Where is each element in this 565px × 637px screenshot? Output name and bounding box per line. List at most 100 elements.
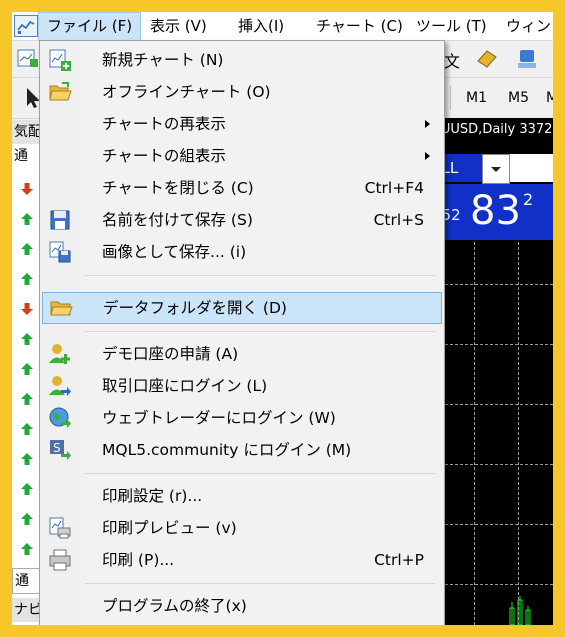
menu-item-open-data-folder[interactable]: データフォルダを開く (D) <box>42 292 442 324</box>
arrow-down-icon <box>21 183 33 195</box>
menu-window[interactable]: ウィンド <box>498 12 553 40</box>
menu-item-label: デモ口座の申請 (A) <box>102 345 239 363</box>
user-login-icon <box>49 376 71 396</box>
menu-item-exit[interactable]: プログラムの終了(x) <box>42 591 440 621</box>
timeframe-m5[interactable]: M5 <box>504 86 533 110</box>
menu-item-chart-redisplay[interactable]: チャートの再表示 <box>42 109 440 139</box>
floppy-disk-icon <box>50 210 70 230</box>
menu-tools-label: ツール (T) <box>416 17 487 35</box>
menu-view[interactable]: 表示 (V) <box>142 12 215 40</box>
menu-charts-label: チャート (C) <box>316 17 403 35</box>
market-watch-row[interactable] <box>12 204 42 234</box>
timeframe-m15[interactable]: M <box>542 86 553 110</box>
chart-title: AUUSD,Daily 3372.8 <box>432 122 553 137</box>
menu-separator <box>85 473 435 474</box>
market-watch-row[interactable] <box>12 534 42 564</box>
menu-item-chart-profiles[interactable]: チャートの組表示 <box>42 141 440 171</box>
metaeditor-icon[interactable] <box>475 47 499 71</box>
menu-insert[interactable]: 挿入(I) <box>230 12 292 40</box>
new-chart-icon <box>49 49 71 71</box>
grid-line <box>430 284 553 285</box>
arrow-up-icon <box>21 453 33 465</box>
grid-line <box>430 344 553 345</box>
submenu-arrow-icon <box>425 152 430 160</box>
candlesticks <box>509 596 531 625</box>
menu-item-label: チャートの再表示 <box>102 115 226 133</box>
autotrading-icon[interactable] <box>515 47 539 71</box>
menu-item-print-setup[interactable]: 印刷設定 (r)... <box>42 481 440 511</box>
arrow-up-icon <box>21 243 33 255</box>
menu-item-save-as-picture[interactable]: 画像として保存... (i) <box>42 237 440 267</box>
menu-item-label: 名前を付けて保存 (S) <box>102 211 253 229</box>
price-big: 83 <box>470 188 521 234</box>
grid-line <box>430 404 553 405</box>
terminal-window: ファイル (F) 表示 (V) 挿入(I) チャート (C) ツール (T) ウ… <box>12 12 553 625</box>
menu-item-label: 印刷プレビュー (v) <box>102 519 237 537</box>
menu-item-open-demo-account[interactable]: デモ口座の申請 (A) <box>42 339 440 369</box>
menu-item-offline-chart[interactable]: オフラインチャート (O) <box>42 77 440 107</box>
market-watch-row[interactable] <box>12 234 42 264</box>
market-watch-row[interactable] <box>12 354 42 384</box>
menu-separator <box>85 583 435 584</box>
submenu-arrow-icon <box>425 120 430 128</box>
arrow-up-icon <box>21 393 33 405</box>
grid-line <box>430 524 553 525</box>
arrow-up-icon <box>21 333 33 345</box>
menu-item-shortcut: Ctrl+S <box>373 211 424 229</box>
svg-text:S: S <box>53 441 61 455</box>
menu-item-label: プログラムの終了(x) <box>102 597 247 615</box>
menu-item-login-trade-account[interactable]: 取引口座にログイン (L) <box>42 371 440 401</box>
arrow-up-icon <box>21 423 33 435</box>
chart-window[interactable]: AUUSD,Daily 3372.8 ELL 352 83 2 <box>430 118 553 625</box>
folder-open-icon <box>49 82 72 101</box>
market-watch-row[interactable] <box>12 324 42 354</box>
menu-file[interactable]: ファイル (F) <box>38 12 142 42</box>
menu-item-save-as[interactable]: 名前を付けて保存 (S) Ctrl+S <box>42 205 440 235</box>
toolbar-separator <box>450 86 451 110</box>
menu-item-print-preview[interactable]: 印刷プレビュー (v) <box>42 513 440 543</box>
user-add-icon <box>49 344 70 364</box>
new-chart-toolbar-icon[interactable] <box>16 47 40 71</box>
grid-line <box>518 242 519 625</box>
menu-item-login-mql5[interactable]: S MQL5.community にログイン (M) <box>42 435 440 465</box>
menu-item-label: 印刷設定 (r)... <box>102 487 203 505</box>
arrow-up-icon <box>21 543 33 555</box>
market-watch-row[interactable] <box>12 264 42 294</box>
market-watch-row[interactable] <box>12 294 42 324</box>
menu-tools[interactable]: ツール (T) <box>408 12 495 40</box>
menu-item-label: チャートの組表示 <box>102 147 226 165</box>
app-icon[interactable] <box>14 15 38 37</box>
save-image-icon <box>49 241 71 263</box>
grid-line <box>430 464 553 465</box>
menu-item-shortcut: Ctrl+F4 <box>364 179 424 197</box>
printer-icon <box>49 549 71 571</box>
menu-charts[interactable]: チャート (C) <box>308 12 411 40</box>
lot-dropdown[interactable] <box>482 154 510 184</box>
file-menu-dropdown: 新規チャート (N) オフラインチャート (O) チャートの再表示 チャートの組… <box>39 40 445 625</box>
menu-item-shortcut: Ctrl+P <box>374 551 424 569</box>
sell-price-box[interactable]: 352 83 2 <box>430 184 553 240</box>
menu-view-label: 表示 (V) <box>150 17 207 35</box>
timeframe-m1[interactable]: M1 <box>462 86 491 110</box>
print-preview-icon <box>49 517 71 539</box>
menu-item-label: データフォルダを開く (D) <box>103 299 287 317</box>
market-watch-row[interactable] <box>12 474 42 504</box>
menu-separator <box>85 275 435 276</box>
menu-item-label: 新規チャート (N) <box>102 51 224 69</box>
menu-item-close-chart[interactable]: チャートを閉じる (C) Ctrl+F4 <box>42 173 440 203</box>
arrow-up-icon <box>21 513 33 525</box>
menu-item-label: オフラインチャート (O) <box>102 83 271 101</box>
market-watch-row[interactable] <box>12 504 42 534</box>
arrow-up-icon <box>21 273 33 285</box>
market-watch-row[interactable] <box>12 414 42 444</box>
menu-item-login-webtrader[interactable]: ウェブトレーダーにログイン (W) <box>42 403 440 433</box>
market-watch-row[interactable] <box>12 174 42 204</box>
market-watch-row[interactable] <box>12 444 42 474</box>
folder-icon <box>50 301 73 316</box>
menu-item-print[interactable]: 印刷 (P)... Ctrl+P <box>42 545 440 575</box>
market-watch-row[interactable] <box>12 384 42 414</box>
menu-item-new-chart[interactable]: 新規チャート (N) <box>42 45 440 75</box>
lot-input[interactable] <box>510 154 553 182</box>
menu-item-label: MQL5.community にログイン (M) <box>102 441 352 459</box>
menu-bar: ファイル (F) 表示 (V) 挿入(I) チャート (C) ツール (T) ウ… <box>12 12 553 42</box>
